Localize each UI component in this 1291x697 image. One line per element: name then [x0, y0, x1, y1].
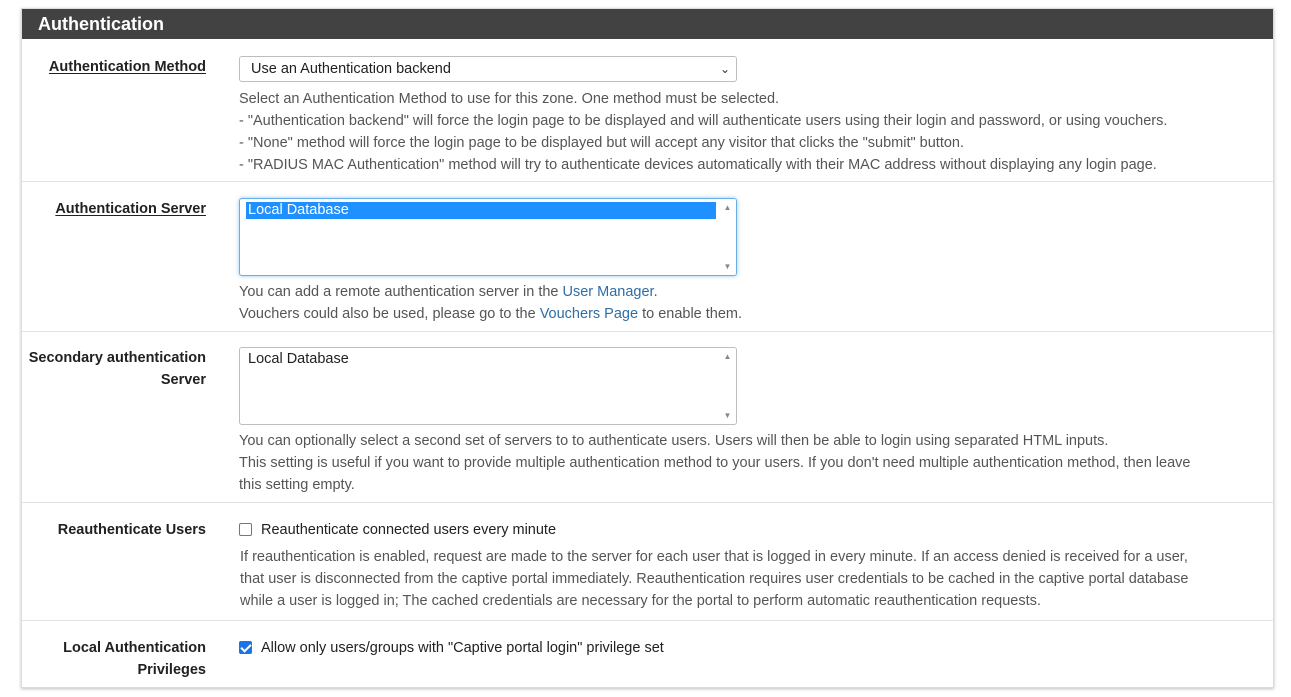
- secondary-server-option[interactable]: Local Database: [246, 351, 716, 368]
- scroll-down-icon[interactable]: ▼: [719, 262, 736, 271]
- scroll-up-icon[interactable]: ▲: [719, 352, 736, 361]
- scroll-down-icon[interactable]: ▼: [719, 411, 736, 420]
- row-authentication-method: Authentication Method Use an Authenticat…: [22, 39, 1273, 181]
- reauthenticate-checkbox-label: Reauthenticate connected users every min…: [261, 522, 557, 538]
- user-manager-link[interactable]: User Manager: [563, 284, 654, 300]
- authentication-server-label: Authentication Server: [55, 201, 206, 217]
- authentication-method-label: Authentication Method: [48, 59, 206, 75]
- panel-title: Authentication: [22, 9, 1273, 39]
- secondary-server-help: You can optionally select a second set o…: [239, 433, 1191, 493]
- authentication-method-help: Select an Authentication Method to use f…: [239, 91, 1168, 173]
- authentication-server-help: You can add a remote authentication serv…: [239, 284, 743, 322]
- secondary-server-listbox[interactable]: Local Database ▲ ▼: [239, 347, 737, 425]
- vouchers-page-link[interactable]: Vouchers Page: [540, 306, 638, 322]
- row-reauthenticate-users: Reauthenticate Users Reauthenticate conn…: [22, 502, 1273, 621]
- authentication-server-option[interactable]: Local Database: [246, 202, 716, 219]
- row-secondary-server: Secondary authentication Server Local Da…: [22, 331, 1273, 503]
- reauthenticate-users-label: Reauthenticate Users: [57, 522, 206, 538]
- row-local-auth-privileges: Local Authentication Privileges Allow on…: [22, 620, 1273, 689]
- listbox-scrollbar[interactable]: ▲ ▼: [719, 348, 736, 424]
- row-authentication-server: Authentication Server Local Database ▲ ▼…: [22, 181, 1273, 332]
- chevron-down-icon: ⌄: [719, 62, 730, 76]
- authentication-method-select[interactable]: Use an Authentication backend ⌄: [239, 56, 737, 82]
- listbox-scrollbar[interactable]: ▲ ▼: [719, 199, 736, 275]
- authentication-panel: Authentication Authentication Method Use…: [21, 8, 1274, 688]
- local-auth-privileges-checkbox-label: Allow only users/groups with "Captive po…: [261, 640, 664, 656]
- local-auth-privileges-checkbox[interactable]: [239, 641, 252, 654]
- scroll-up-icon[interactable]: ▲: [719, 203, 736, 212]
- secondary-server-label: Secondary authentication Server: [28, 350, 206, 388]
- local-auth-privileges-label: Local Authentication Privileges: [63, 640, 206, 678]
- reauthenticate-checkbox[interactable]: [239, 523, 252, 536]
- reauthenticate-help: If reauthentication is enabled, request …: [240, 549, 1189, 609]
- authentication-method-value: Use an Authentication backend: [251, 61, 451, 77]
- authentication-server-listbox[interactable]: Local Database ▲ ▼: [239, 198, 737, 276]
